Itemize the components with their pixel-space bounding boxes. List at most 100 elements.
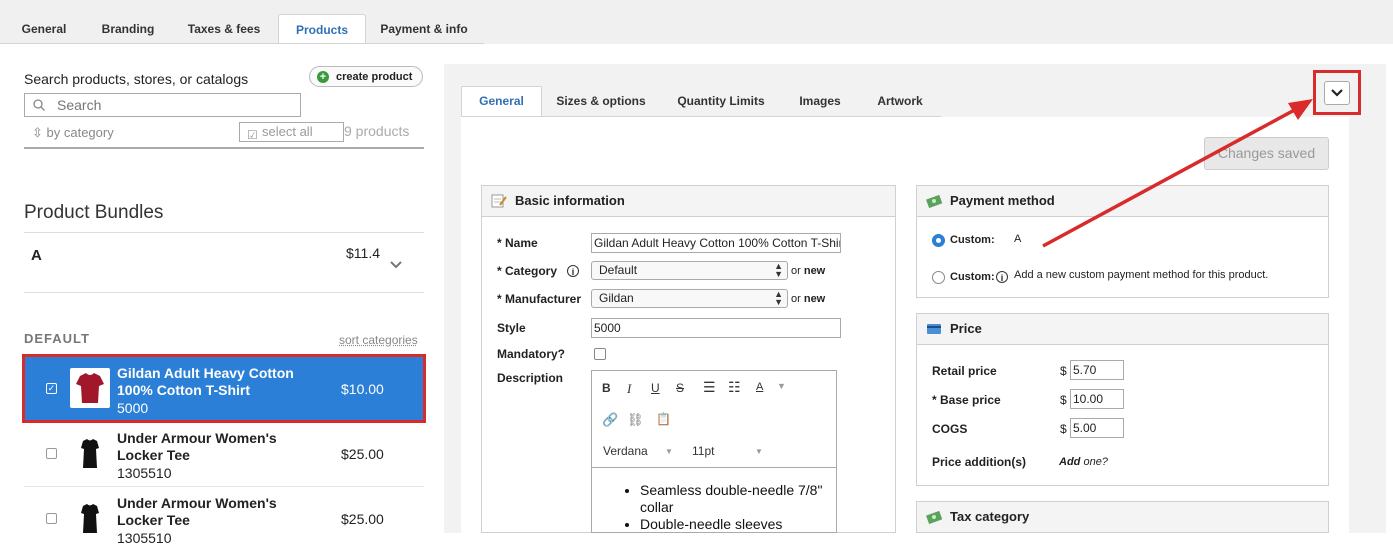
tab-payment-info[interactable]: Payment & info xyxy=(374,14,474,44)
name-label: * Name xyxy=(497,236,538,250)
style-input[interactable]: 5000 xyxy=(591,318,841,338)
product-price: $25.00 xyxy=(341,446,384,462)
tab-general[interactable]: General xyxy=(10,14,78,44)
product-row[interactable]: Under Armour Women's Locker Tee 1305510 … xyxy=(24,486,424,551)
manufacturer-or-new: or new xyxy=(791,293,825,305)
bundle-name[interactable]: A xyxy=(31,247,42,264)
retail-price-input[interactable]: 5.70 xyxy=(1070,360,1124,380)
editor-body[interactable]: Seamless double-needle 7/8" collar Doubl… xyxy=(592,468,836,532)
manufacturer-value: Gildan xyxy=(599,291,634,305)
tab-general[interactable]: General xyxy=(461,86,542,116)
text-color-icon[interactable]: A xyxy=(756,381,763,393)
custom-payment-radio[interactable] xyxy=(932,234,945,247)
currency-symbol: $ xyxy=(1060,422,1067,436)
cogs-input[interactable]: 5.00 xyxy=(1070,418,1124,438)
new-manufacturer-link[interactable]: new xyxy=(804,293,825,305)
select-all-button[interactable]: ☑ select all xyxy=(239,122,344,142)
strikethrough-icon[interactable]: S xyxy=(676,381,684,395)
manufacturer-label: * Manufacturer xyxy=(497,292,582,306)
product-checkbox[interactable] xyxy=(46,448,57,459)
product-checkbox[interactable]: ✓ xyxy=(46,383,57,394)
add-label: Add xyxy=(1059,456,1081,468)
category-label: DEFAULT xyxy=(24,331,90,346)
plus-icon: + xyxy=(317,71,329,83)
base-price-label: * Base price xyxy=(932,393,1001,407)
price-addition-label: Price addition(s) xyxy=(932,455,1027,469)
product-row[interactable]: Under Armour Women's Locker Tee 1305510 … xyxy=(24,421,424,486)
style-label: Style xyxy=(497,321,526,335)
custom-label: Custom: xyxy=(950,271,995,283)
annotation-arrow xyxy=(1042,99,1313,248)
tab-sizes-options[interactable]: Sizes & options xyxy=(550,87,652,116)
underline-icon[interactable]: U xyxy=(651,381,660,395)
search-input[interactable] xyxy=(57,97,287,113)
category-select[interactable]: Default ▲ ▼ xyxy=(591,261,788,280)
unlink-icon[interactable]: ⛓ xyxy=(627,412,644,428)
description-list: Seamless double-needle 7/8" collar Doubl… xyxy=(592,482,836,532)
sort-by-category[interactable]: ⇳ by category xyxy=(32,125,114,141)
sort-categories-link[interactable]: sort categories xyxy=(339,333,418,347)
checkbox-icon: ☑ xyxy=(247,128,258,142)
category-label: * Category xyxy=(497,264,558,278)
select-arrows-icon: ▲ ▼ xyxy=(774,289,783,307)
chevron-down-icon[interactable]: ▼ xyxy=(665,447,673,456)
description-editor[interactable]: B I U S ☰ ☷ A ▼ 🔗 ⛓ 📋 Verdana ▼ 11pt ▼ S… xyxy=(591,370,837,533)
font-size-select[interactable]: 11pt xyxy=(692,444,714,458)
tshirt-icon xyxy=(76,373,104,403)
tax-category-title: Tax category xyxy=(950,509,1030,524)
product-id: 5000 xyxy=(117,400,149,416)
tab-taxes-fees[interactable]: Taxes & fees xyxy=(180,14,268,44)
select-all-label: select all xyxy=(262,124,313,139)
link-icon[interactable]: 🔗 xyxy=(602,412,618,428)
paste-icon[interactable]: 📋 xyxy=(656,412,671,426)
or-text: or xyxy=(791,265,801,277)
info-icon[interactable]: i xyxy=(996,271,1008,283)
product-thumbnail xyxy=(70,433,110,473)
money-icon xyxy=(926,194,942,208)
add-price-addition-link[interactable]: Add one? xyxy=(1059,456,1108,468)
chevron-down-icon[interactable] xyxy=(389,260,403,270)
product-thumbnail xyxy=(70,368,110,408)
tab-branding[interactable]: Branding xyxy=(92,14,164,44)
italic-icon[interactable]: I xyxy=(627,381,631,397)
tab-quantity-limits[interactable]: Quantity Limits xyxy=(670,87,772,116)
manufacturer-select[interactable]: Gildan ▲ ▼ xyxy=(591,289,788,308)
new-custom-payment-radio[interactable] xyxy=(932,271,945,284)
description-label: Description xyxy=(497,371,564,385)
info-icon[interactable]: i xyxy=(567,265,579,277)
category-value: Default xyxy=(599,263,638,277)
tshirt-icon xyxy=(81,504,99,533)
money-icon xyxy=(926,510,942,524)
create-product-label: create product xyxy=(336,71,413,83)
tab-products[interactable]: Products xyxy=(278,14,366,45)
search-icon xyxy=(33,99,45,111)
one-label: one? xyxy=(1083,456,1108,468)
price-header: Price xyxy=(917,314,1328,345)
product-checkbox[interactable] xyxy=(46,513,57,524)
divider xyxy=(24,147,424,149)
bold-icon[interactable]: B xyxy=(602,381,611,395)
mandatory-checkbox[interactable] xyxy=(594,348,606,360)
product-id: 1305510 xyxy=(117,465,172,481)
new-category-link[interactable]: new xyxy=(804,265,825,277)
or-text: or xyxy=(791,293,801,305)
tab-artwork[interactable]: Artwork xyxy=(866,87,934,116)
tab-images[interactable]: Images xyxy=(790,87,850,116)
list-item: Double-needle sleeves xyxy=(640,516,836,532)
name-input[interactable]: Gildan Adult Heavy Cotton 100% Cotton T-… xyxy=(591,233,841,253)
chevron-down-icon[interactable]: ▼ xyxy=(755,447,763,456)
search-field[interactable] xyxy=(24,93,301,117)
bullet-list-icon[interactable]: ☰ xyxy=(703,379,716,396)
font-family-select[interactable]: Verdana xyxy=(603,444,648,458)
create-product-button[interactable]: + create product xyxy=(309,66,423,87)
select-arrows-icon: ▲ ▼ xyxy=(774,261,783,279)
numbered-list-icon[interactable]: ☷ xyxy=(728,379,741,396)
custom-hint: Add a new custom payment method for this… xyxy=(1014,269,1269,281)
category-or-new: or new xyxy=(791,265,825,277)
chevron-down-icon[interactable]: ▼ xyxy=(777,381,786,391)
base-price-input[interactable]: 10.00 xyxy=(1070,389,1124,409)
product-row[interactable]: ✓ Gildan Adult Heavy Cotton 100% Cotton … xyxy=(22,354,426,423)
divider xyxy=(24,232,424,233)
product-count: 9 products xyxy=(344,123,410,139)
tax-category-box: Tax category xyxy=(916,501,1329,533)
